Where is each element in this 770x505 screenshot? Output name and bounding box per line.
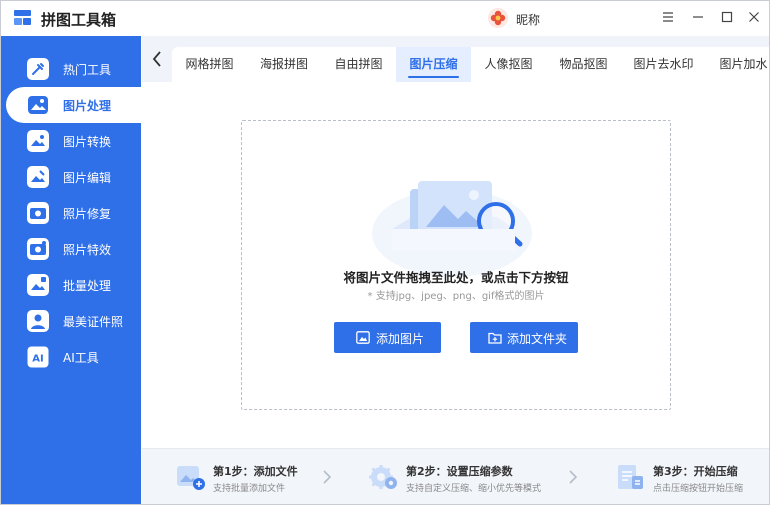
sidebar-item-batch[interactable]: 批量处理 <box>1 267 141 303</box>
step-3: 第3步：开始压缩 点击压缩按钮开始压缩 <box>615 449 765 504</box>
maximize-button[interactable] <box>715 7 739 29</box>
tab-image-compress[interactable]: 图片压缩 <box>396 47 471 82</box>
user-avatar[interactable] <box>488 8 508 28</box>
sidebar-item-label: 最美证件照 <box>63 315 124 329</box>
sidebar-item-image-convert[interactable]: 图片转换 <box>1 123 141 159</box>
tab-object-cutout[interactable]: 物品抠图 <box>546 47 621 82</box>
svg-text:AI: AI <box>32 354 43 365</box>
camera-icon <box>27 202 49 224</box>
tools-icon <box>27 58 49 80</box>
sidebar-item-label: 照片特效 <box>63 243 112 257</box>
batch-icon <box>27 274 49 296</box>
chevron-right-icon <box>323 470 332 484</box>
image-edit-icon <box>27 166 49 188</box>
chevron-left-icon[interactable] <box>151 50 163 68</box>
app-title: 拼图工具箱 <box>41 11 117 29</box>
sidebar-item-label: AI工具 <box>63 351 99 365</box>
step-3-desc: 点击压缩按钮开始压缩 <box>653 484 744 494</box>
tab-free-collage[interactable]: 自由拼图 <box>321 47 396 82</box>
folder-add-icon <box>488 332 502 344</box>
start-compress-step-icon <box>618 465 643 489</box>
chevron-right-icon <box>569 470 578 484</box>
close-icon <box>749 12 759 22</box>
tab-portrait-cutout[interactable]: 人像抠图 <box>471 47 546 82</box>
id-photo-icon <box>27 310 49 332</box>
sidebar-item-label: 照片修复 <box>63 207 112 221</box>
add-file-step-icon <box>177 466 205 490</box>
sidebar-item-photo-repair[interactable]: 照片修复 <box>1 195 141 231</box>
add-image-label: 添加图片 <box>376 332 425 346</box>
ai-icon: AI <box>27 346 49 368</box>
file-dropzone[interactable]: 将图片文件拖拽至此处，或点击下方按钮 * 支持jpg、jpeg、png、gif格… <box>241 120 671 410</box>
step-3-title: 第3步：开始压缩 <box>653 465 738 478</box>
user-name[interactable]: 昵称 <box>516 11 540 28</box>
tab-add-watermark[interactable]: 图片加水 <box>706 47 769 82</box>
step-1-desc: 支持批量添加文件 <box>213 484 286 494</box>
sidebar-item-image-processing[interactable]: 图片处理 <box>6 87 141 123</box>
add-folder-button[interactable]: 添加文件夹 <box>470 322 578 353</box>
sidebar-item-label: 图片处理 <box>63 99 112 113</box>
step-2-title: 第2步：设置压缩参数 <box>406 465 513 478</box>
camera-effect-icon <box>27 238 49 260</box>
sidebar: 热门工具 图片处理 图片转换 图片编辑 照片修复 照片特效 批量处理 最美证件照… <box>1 36 141 504</box>
add-folder-label: 添加文件夹 <box>507 332 568 346</box>
image-search-illustration-icon <box>372 181 532 277</box>
step-1: 第1步：添加文件 支持批量添加文件 <box>175 449 325 504</box>
sidebar-item-label: 图片编辑 <box>63 171 112 185</box>
hamburger-icon <box>663 12 673 22</box>
settings-gear-step-icon <box>369 465 397 489</box>
sidebar-item-label: 热门工具 <box>63 63 112 77</box>
menu-button[interactable] <box>656 7 680 29</box>
app-window: 拼图工具箱 昵称 热门工具 图片处理 图片转换 图片编辑 照片修复 照片特效 批… <box>0 0 770 505</box>
image-icon <box>356 331 370 344</box>
step-2: 第2步：设置压缩参数 支持自定义压缩、缩小优先等模式 <box>368 449 568 504</box>
sidebar-item-label: 图片转换 <box>63 135 112 149</box>
sidebar-item-hot-tools[interactable]: 热门工具 <box>1 51 141 87</box>
image-process-icon <box>28 96 48 114</box>
main-content: 将图片文件拖拽至此处，或点击下方按钮 * 支持jpg、jpeg、png、gif格… <box>142 82 769 448</box>
avatar-flower-icon <box>488 8 508 28</box>
maximize-icon <box>721 11 733 23</box>
sidebar-item-label: 批量处理 <box>63 279 112 293</box>
step-1-title: 第1步：添加文件 <box>213 465 298 478</box>
supported-formats-hint: * 支持jpg、jpeg、png、gif格式的图片 <box>367 291 545 302</box>
tab-bar: 网格拼图 海报拼图 自由拼图 图片压缩 人像抠图 物品抠图 图片去水印 图片加水 <box>142 36 769 82</box>
tab-remove-watermark[interactable]: 图片去水印 <box>621 47 706 82</box>
tab-strip: 网格拼图 海报拼图 自由拼图 图片压缩 人像抠图 物品抠图 图片去水印 图片加水 <box>172 47 769 82</box>
sidebar-item-image-edit[interactable]: 图片编辑 <box>1 159 141 195</box>
tab-grid-collage[interactable]: 网格拼图 <box>172 47 247 82</box>
tab-poster-collage[interactable]: 海报拼图 <box>247 47 321 82</box>
sidebar-item-ai-tools[interactable]: AI AI工具 <box>1 339 141 375</box>
app-logo-icon <box>14 10 31 25</box>
sidebar-item-id-photo[interactable]: 最美证件照 <box>1 303 141 339</box>
image-convert-icon <box>27 130 49 152</box>
step-2-desc: 支持自定义压缩、缩小优先等模式 <box>406 484 542 494</box>
drop-instruction: 将图片文件拖拽至此处，或点击下方按钮 <box>343 270 569 285</box>
close-button[interactable] <box>742 7 766 29</box>
add-image-button[interactable]: 添加图片 <box>334 322 441 353</box>
title-bar: 拼图工具箱 昵称 <box>1 1 769 36</box>
sidebar-item-photo-effects[interactable]: 照片特效 <box>1 231 141 267</box>
steps-bar: 第1步：添加文件 支持批量添加文件 第2步：设置压缩参数 支持自定义压缩、缩小优… <box>142 448 769 504</box>
minimize-icon <box>693 16 703 18</box>
minimize-button[interactable] <box>686 7 710 29</box>
